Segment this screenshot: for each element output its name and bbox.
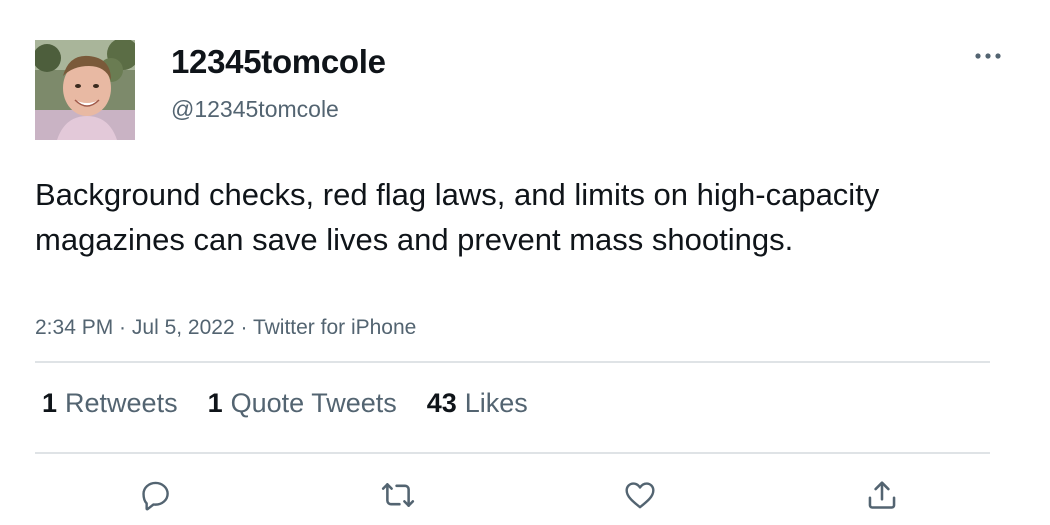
retweet-button[interactable] [378,475,418,515]
likes-stat[interactable]: 43 Likes [427,388,528,419]
tweet-date[interactable]: Jul 5, 2022 [132,316,235,339]
quote-tweets-label: Quote Tweets [230,388,397,418]
share-button[interactable] [862,475,902,515]
more-options-icon[interactable] [970,40,1006,72]
tweet-card: 12345tomcole @12345tomcole Background ch… [0,0,1050,525]
tweet-meta: 2:34 PM · Jul 5, 2022 · Twitter for iPho… [35,316,416,340]
retweets-count: 1 [42,388,58,418]
display-name[interactable]: 12345tomcole [171,43,386,81]
user-handle[interactable]: @12345tomcole [171,96,339,123]
quote-tweets-count: 1 [207,388,223,418]
tweet-stats: 1 Retweets 1 Quote Tweets 43 Likes [42,388,528,419]
retweets-stat[interactable]: 1 Retweets [42,388,178,419]
reply-button[interactable] [136,475,176,515]
retweets-label: Retweets [65,388,178,418]
retweet-icon [381,483,415,507]
reply-icon [142,481,169,511]
divider [35,452,990,454]
divider [35,361,990,363]
quote-tweets-stat[interactable]: 1 Quote Tweets [208,388,397,419]
tweet-time[interactable]: 2:34 PM [35,316,113,339]
tweet-actions [0,475,1050,515]
heart-icon [625,482,655,509]
meta-separator: · [113,316,132,339]
avatar[interactable] [35,40,135,140]
tweet-text: Background checks, red flag laws, and li… [35,177,880,257]
share-icon [868,481,896,509]
tweet-source[interactable]: Twitter for iPhone [253,316,416,339]
likes-count: 43 [426,388,457,418]
avatar-photo [35,40,135,140]
meta-separator: · [234,316,253,339]
likes-label: Likes [464,388,528,418]
like-button[interactable] [620,475,660,515]
